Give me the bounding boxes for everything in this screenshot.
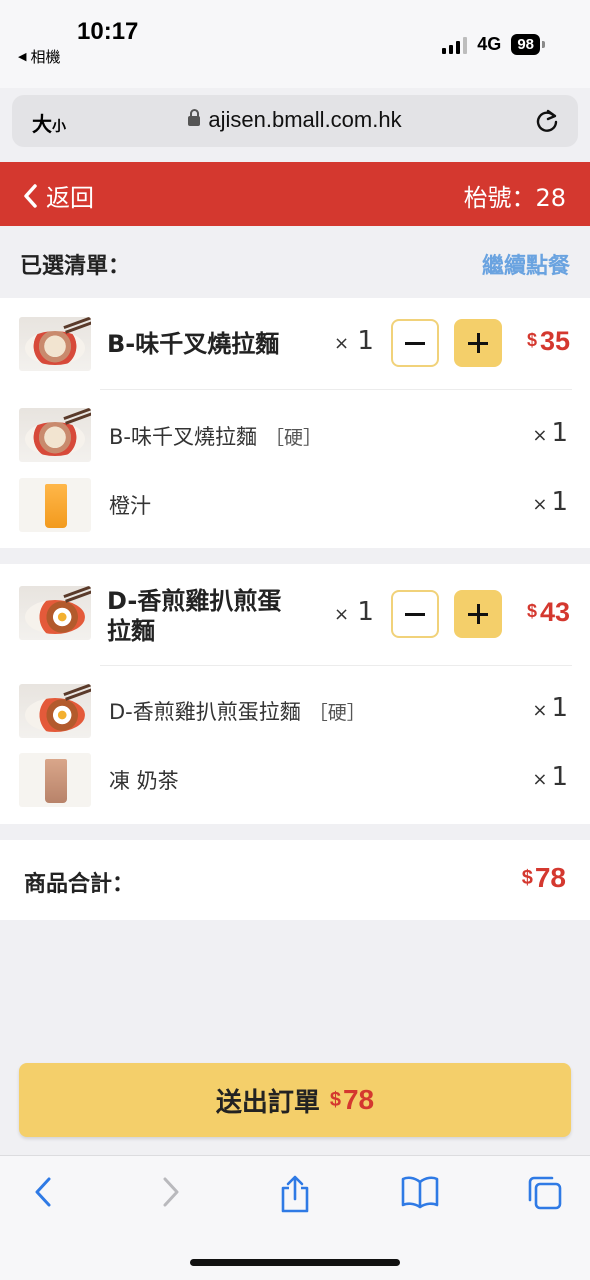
back-to-app-link[interactable]: ◀ 相機 xyxy=(18,46,60,67)
continue-ordering-link[interactable]: 繼續點餐 xyxy=(482,248,570,280)
currency-sign: $ xyxy=(526,330,537,350)
network-type: 4G xyxy=(477,34,502,54)
times-sign: × xyxy=(334,604,350,625)
item-image xyxy=(19,317,91,371)
total-value: 78 xyxy=(534,862,566,893)
price-value: 43 xyxy=(539,597,570,627)
back-icon[interactable] xyxy=(30,1174,56,1214)
total-label: 商品合計： xyxy=(24,872,135,897)
status-indicators: 4G 98 xyxy=(442,34,545,55)
item-name-line2: 拉麵 xyxy=(107,617,155,645)
sub-item-label: 橙汁 xyxy=(109,494,151,518)
sub-item-label: 凍 奶茶 xyxy=(109,769,179,793)
sub-item-image xyxy=(19,478,91,532)
lock-icon xyxy=(188,109,201,127)
sub-item-image xyxy=(19,684,91,738)
divider xyxy=(100,389,572,390)
url-text: ajisen.bmall.com.hk xyxy=(208,107,402,132)
sub-item-option: ［硬］ xyxy=(264,427,322,449)
currency-sign: $ xyxy=(526,601,537,621)
home-indicator[interactable] xyxy=(190,1259,400,1266)
times-sign: × xyxy=(532,494,548,515)
status-bar: 10:17 ◀ 相機 4G 98 xyxy=(0,0,590,88)
quantity-value: 1 xyxy=(357,597,374,627)
url-display[interactable]: ajisen.bmall.com.hk xyxy=(12,107,578,133)
bookmarks-icon[interactable] xyxy=(400,1174,440,1214)
item-name: D-香煎雞扒煎蛋 拉麵 xyxy=(107,586,281,646)
increase-quantity-button[interactable] xyxy=(454,319,502,367)
sub-item-label: D-香煎雞扒煎蛋拉麵 xyxy=(109,700,301,724)
forward-icon[interactable] xyxy=(158,1174,184,1214)
sub-item-name: 橙汁 xyxy=(109,490,151,520)
times-sign: × xyxy=(532,769,548,790)
back-label: 返回 xyxy=(46,184,94,212)
divider xyxy=(100,665,572,666)
quantity-value: 1 xyxy=(357,326,374,356)
minus-icon xyxy=(405,341,425,345)
currency-sign: $ xyxy=(329,1089,341,1111)
table-number: 枱號：28 xyxy=(463,184,566,212)
plus-icon xyxy=(468,333,488,353)
item-quantity: × 1 xyxy=(334,326,374,356)
address-bar[interactable]: 大小 ajisen.bmall.com.hk xyxy=(12,95,578,147)
times-sign: × xyxy=(334,333,350,354)
order-list-title: 已選清單： xyxy=(20,254,131,279)
quantity-value: 1 xyxy=(551,487,568,517)
sub-item-quantity: × 1 xyxy=(532,693,568,723)
reload-icon[interactable] xyxy=(534,108,560,138)
back-app-label: 相機 xyxy=(30,48,61,66)
plus-icon xyxy=(468,604,488,624)
back-button[interactable]: 返回 xyxy=(22,178,94,213)
minus-icon xyxy=(405,612,425,616)
status-time: 10:17 xyxy=(77,18,139,45)
cellular-signal-icon xyxy=(442,36,468,54)
sub-item-option: ［硬］ xyxy=(308,702,366,724)
sub-item-quantity: × 1 xyxy=(532,487,568,517)
sub-item-image xyxy=(19,753,91,807)
item-name-line1: D-香煎雞扒煎蛋 xyxy=(107,587,282,615)
order-total-row: 商品合計： $78 xyxy=(0,840,590,920)
page-header: 返回 枱號：28 xyxy=(0,162,590,226)
sub-item-name: B-味千叉燒拉麵 ［硬］ xyxy=(109,421,322,451)
submit-label: 送出訂單 xyxy=(215,1087,320,1118)
submit-value: 78 xyxy=(342,1084,375,1115)
item-price: $43 xyxy=(527,597,570,628)
sub-item-label: B-味千叉燒拉麵 xyxy=(109,425,257,449)
sub-item-quantity: × 1 xyxy=(532,418,568,448)
item-name: B-味千叉燒拉麵 xyxy=(107,330,280,358)
sub-item-name: 凍 奶茶 xyxy=(109,765,179,795)
sub-item-name: D-香煎雞扒煎蛋拉麵 ［硬］ xyxy=(109,696,366,726)
share-icon[interactable] xyxy=(279,1174,311,1218)
times-sign: × xyxy=(532,700,548,721)
decrease-quantity-button[interactable] xyxy=(391,319,439,367)
price-value: 35 xyxy=(539,326,570,356)
total-amount: $78 xyxy=(522,862,566,894)
quantity-value: 1 xyxy=(551,693,568,723)
submit-amount: $78 xyxy=(330,1084,374,1116)
decrease-quantity-button[interactable] xyxy=(391,590,439,638)
quantity-value: 1 xyxy=(551,418,568,448)
back-triangle-icon: ◀ xyxy=(18,50,27,63)
tabs-icon[interactable] xyxy=(526,1174,564,1216)
quantity-value: 1 xyxy=(551,762,568,792)
item-image xyxy=(19,586,91,640)
currency-sign: $ xyxy=(521,867,533,889)
item-quantity: × 1 xyxy=(334,597,374,627)
item-price: $35 xyxy=(527,326,570,357)
chevron-left-icon xyxy=(24,183,37,208)
order-item-card: B-味千叉燒拉麵 × 1 $35 B-味千叉燒拉麵 ［硬］ × 1 橙汁 × 1 xyxy=(0,298,590,548)
order-item-card: D-香煎雞扒煎蛋 拉麵 × 1 $43 D-香煎雞扒煎蛋拉麵 ［硬］ × 1 凍 奶茶… xyxy=(0,564,590,824)
sub-item-image xyxy=(19,408,91,462)
battery-icon: 98 xyxy=(511,34,545,55)
submit-order-button[interactable]: 送出訂單 $78 xyxy=(19,1063,571,1137)
increase-quantity-button[interactable] xyxy=(454,590,502,638)
sub-item-quantity: × 1 xyxy=(532,762,568,792)
times-sign: × xyxy=(532,425,548,446)
